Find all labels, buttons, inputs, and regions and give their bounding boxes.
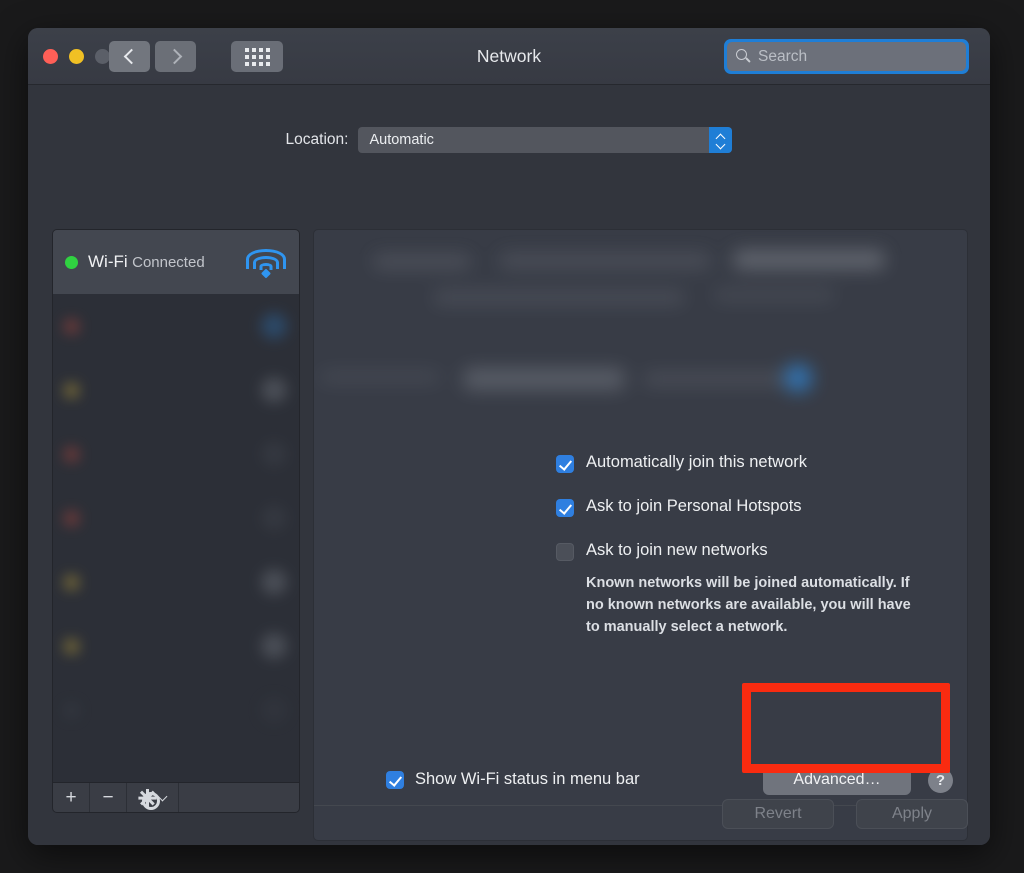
option-label: Automatically join this network [586,453,808,471]
panel-bottom-row: Show Wi-Fi status in menu bar Advanced… … [314,756,967,804]
options-help-text: Known networks will be joined automatica… [586,575,911,636]
network-preferences-window: Network Search Location: Automatic Wi-Fi… [28,28,990,845]
gear-icon [138,788,160,810]
wifi-icon [245,247,287,279]
list-item[interactable] [53,422,299,486]
checkbox[interactable] [556,455,574,473]
redacted-network-info [314,230,967,430]
option-show-status-menubar[interactable]: Show Wi-Fi status in menu bar [386,769,640,789]
option-ask-new-networks[interactable]: Ask to join new networks [556,541,807,561]
location-label: Location: [285,131,349,148]
checkbox[interactable] [556,543,574,561]
screen: Network Search Location: Automatic Wi-Fi… [0,0,1024,873]
location-row: Location: Automatic [28,127,990,153]
service-list-toolbar: + − [53,782,299,812]
wifi-detail-panel: Automatically join this network Ask to j… [313,229,968,841]
checkbox[interactable] [556,499,574,517]
checkbox[interactable] [386,771,404,789]
window-titlebar: Network Search [28,28,990,85]
list-item[interactable] [53,614,299,678]
location-value: Automatic [369,132,434,148]
revert-button[interactable]: Revert [722,799,834,829]
toolbar-filler [179,783,299,812]
status-dot [65,255,78,269]
sidebar-item-wifi[interactable]: Wi-Fi Connected [53,230,299,294]
service-status: Connected [132,254,205,272]
list-item[interactable] [53,486,299,550]
option-label: Ask to join Personal Hotspots [586,497,802,515]
search-field[interactable]: Search [724,39,969,74]
window-body: Location: Automatic Wi-Fi Connected + − … [28,85,990,845]
advanced-button[interactable]: Advanced… [763,764,911,795]
search-placeholder: Search [758,47,808,65]
list-item[interactable] [53,678,299,742]
wifi-options: Automatically join this network Ask to j… [556,453,807,585]
option-auto-join[interactable]: Automatically join this network [556,453,807,473]
add-service-button[interactable]: + [53,783,90,812]
option-label: Show Wi-Fi status in menu bar [415,769,640,788]
service-list[interactable]: Wi-Fi Connected + − [52,229,300,813]
search-icon [736,49,751,64]
help-button[interactable]: ? [928,768,953,793]
list-item[interactable] [53,358,299,422]
service-actions-button[interactable] [127,783,179,812]
list-item[interactable] [53,294,299,358]
remove-service-button[interactable]: − [90,783,127,812]
redacted-service-rows[interactable] [53,294,299,782]
footer-buttons: Revert Apply [722,799,968,829]
apply-button[interactable]: Apply [856,799,968,829]
list-item[interactable] [53,550,299,614]
service-name: Wi-Fi [88,252,128,272]
option-label: Ask to join new networks [586,541,768,559]
chevron-updown-icon[interactable] [709,127,733,153]
option-ask-hotspots[interactable]: Ask to join Personal Hotspots [556,497,807,517]
location-dropdown[interactable]: Automatic [358,127,733,153]
